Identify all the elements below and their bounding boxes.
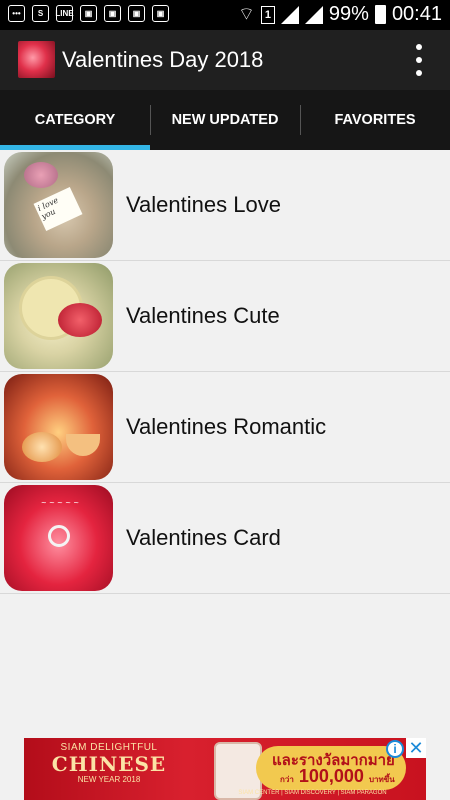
tab-new-updated[interactable]: NEW UPDATED: [150, 90, 300, 150]
list-item-valentines-romantic[interactable]: Valentines Romantic: [0, 372, 450, 483]
tab-favorites[interactable]: FAVORITES: [300, 90, 450, 150]
ad-promo-prefix: กว่า: [280, 775, 294, 784]
ad-footer: SIAM CENTER | SIAM DISCOVERY | SIAM PARA…: [238, 790, 387, 796]
ad-promo-suffix: บาทขึ้น: [368, 775, 395, 784]
app-bar: Valentines Day 2018: [0, 30, 450, 90]
ad-info-icon[interactable]: i: [386, 740, 404, 758]
signal-icon: [280, 5, 299, 24]
ad-banner[interactable]: SIAM DELIGHTFUL CHINESE NEW YEAR 2018 แล…: [24, 738, 426, 800]
note-image: i love you: [33, 186, 83, 232]
line-icon: LINE: [55, 5, 74, 22]
gift-icon: ▣: [152, 5, 169, 22]
wifi-icon: ⌔: [237, 4, 255, 24]
gift-icon: ▣: [104, 5, 121, 22]
ad-brand: SIAM DELIGHTFUL CHINESE NEW YEAR 2018: [34, 742, 184, 784]
category-list: i love you Valentines Love Valentines Cu…: [0, 150, 450, 594]
battery-icon: [374, 5, 386, 24]
card-thumbnail: ~ ~ ~ ~ ~: [4, 485, 113, 591]
list-item-valentines-card[interactable]: ~ ~ ~ ~ ~ Valentines Card: [0, 483, 450, 594]
signal-icon: [304, 5, 323, 24]
cup-image: [66, 434, 100, 456]
battery-percent: 99%: [328, 3, 369, 25]
flower-image: [24, 162, 58, 188]
list-item-valentines-cute[interactable]: Valentines Cute: [0, 261, 450, 372]
list-item-label: Valentines Love: [126, 192, 281, 217]
ad-promo-amount: 100,000: [298, 766, 364, 786]
more-vert-icon[interactable]: [415, 44, 423, 76]
app-title: Valentines Day 2018: [62, 47, 264, 72]
rose-image: [22, 432, 62, 462]
rose-image: [58, 303, 102, 337]
s-app-icon: S: [32, 5, 49, 22]
sim-icon: 1: [260, 5, 275, 24]
love-thumbnail: i love you: [4, 152, 113, 258]
list-item-label: Valentines Romantic: [126, 414, 327, 439]
list-item-valentines-love[interactable]: i love you Valentines Love: [0, 150, 450, 261]
card-script-decoration: ~ ~ ~ ~ ~: [40, 499, 80, 507]
ad-close-icon[interactable]: ✕: [406, 738, 426, 758]
system-status: ⌔ 1 99% 00:41: [238, 3, 442, 26]
clock: 00:41: [391, 3, 442, 25]
romantic-thumbnail: [4, 374, 113, 480]
messaging-icon: •••: [8, 5, 25, 22]
notification-icons: ••• S LINE ▣ ▣ ▣ ▣: [8, 5, 169, 22]
ad-promo-line2: กว่า 100,000 บาทขึ้น: [280, 766, 395, 787]
ad-line3: NEW YEAR 2018: [77, 775, 141, 784]
gift-icon: ▣: [128, 5, 145, 22]
tab-bar: CATEGORY NEW UPDATED FAVORITES: [0, 90, 450, 150]
ad-line2: CHINESE: [51, 752, 167, 776]
cute-thumbnail: [4, 263, 113, 369]
gift-icon: ▣: [80, 5, 97, 22]
tab-category[interactable]: CATEGORY: [0, 90, 150, 150]
ring-image: [48, 525, 70, 547]
status-bar: ••• S LINE ▣ ▣ ▣ ▣ ⌔ 1 99% 00:41: [0, 0, 450, 30]
list-item-label: Valentines Card: [126, 525, 281, 550]
app-logo-icon: [18, 41, 55, 78]
list-item-label: Valentines Cute: [126, 303, 280, 328]
